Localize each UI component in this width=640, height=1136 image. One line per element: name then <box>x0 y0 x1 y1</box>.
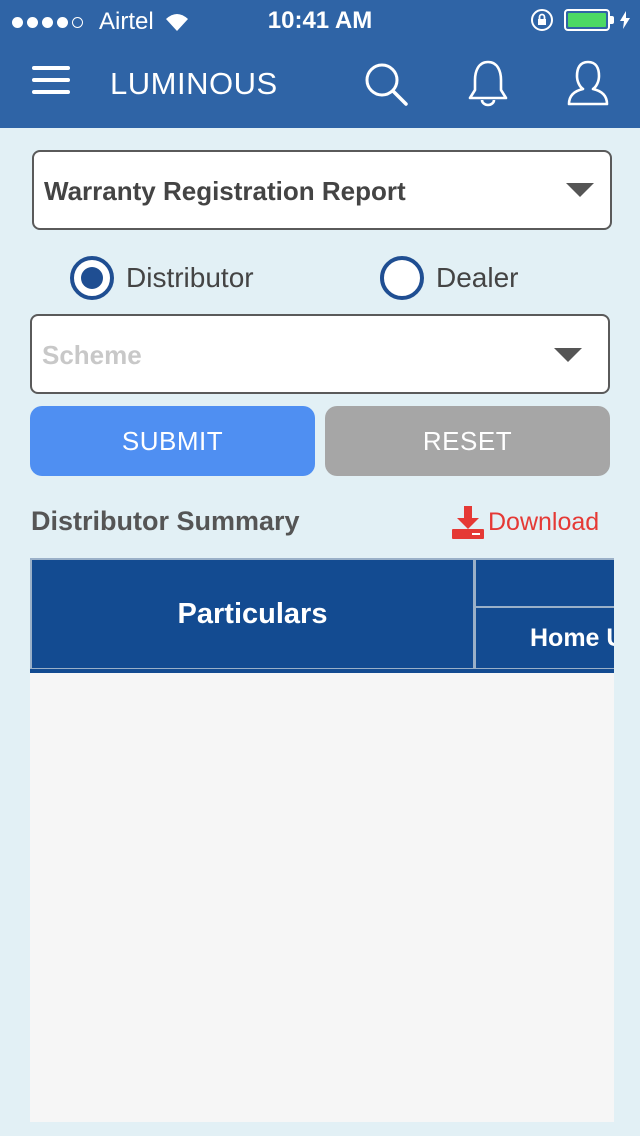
radio-dealer-label: Dealer <box>436 262 519 293</box>
download-icon <box>452 506 484 539</box>
rotation-lock-icon <box>531 9 553 31</box>
table-header-particulars: Particulars <box>30 558 475 670</box>
report-type-select[interactable]: Warranty Registration Report <box>32 150 612 230</box>
radio-distributor-label: Distributor <box>126 262 254 293</box>
app-title: LUMINOUS <box>110 66 278 101</box>
scheme-select[interactable]: Scheme <box>30 314 610 394</box>
chevron-down-icon <box>554 348 582 362</box>
table-header-group <box>474 558 614 608</box>
table-header-divider <box>30 669 614 673</box>
user-icon[interactable] <box>564 58 612 108</box>
search-icon[interactable] <box>362 58 410 108</box>
submit-button[interactable]: SUBMIT <box>30 406 315 476</box>
radio-distributor[interactable]: Distributor <box>70 256 254 300</box>
chevron-down-icon <box>566 183 594 197</box>
report-type-value: Warranty Registration Report <box>44 176 406 206</box>
status-bar: Airtel 10:41 AM <box>0 0 640 40</box>
charging-icon <box>620 11 630 29</box>
battery-icon <box>564 9 614 31</box>
radio-unchecked-icon[interactable] <box>380 256 424 300</box>
table-header-home: Home U <box>474 606 614 670</box>
radio-checked-icon[interactable] <box>70 256 114 300</box>
bell-icon[interactable] <box>464 58 512 108</box>
app-header: LUMINOUS <box>0 40 640 128</box>
reset-button[interactable]: RESET <box>325 406 610 476</box>
summary-title: Distributor Summary <box>31 506 300 536</box>
scheme-placeholder: Scheme <box>42 340 142 370</box>
summary-table[interactable]: Particulars Home U <box>30 558 614 1122</box>
menu-icon[interactable] <box>32 66 70 96</box>
radio-dealer[interactable]: Dealer <box>380 256 518 300</box>
download-button[interactable]: Download <box>450 504 599 540</box>
download-label: Download <box>488 507 600 536</box>
